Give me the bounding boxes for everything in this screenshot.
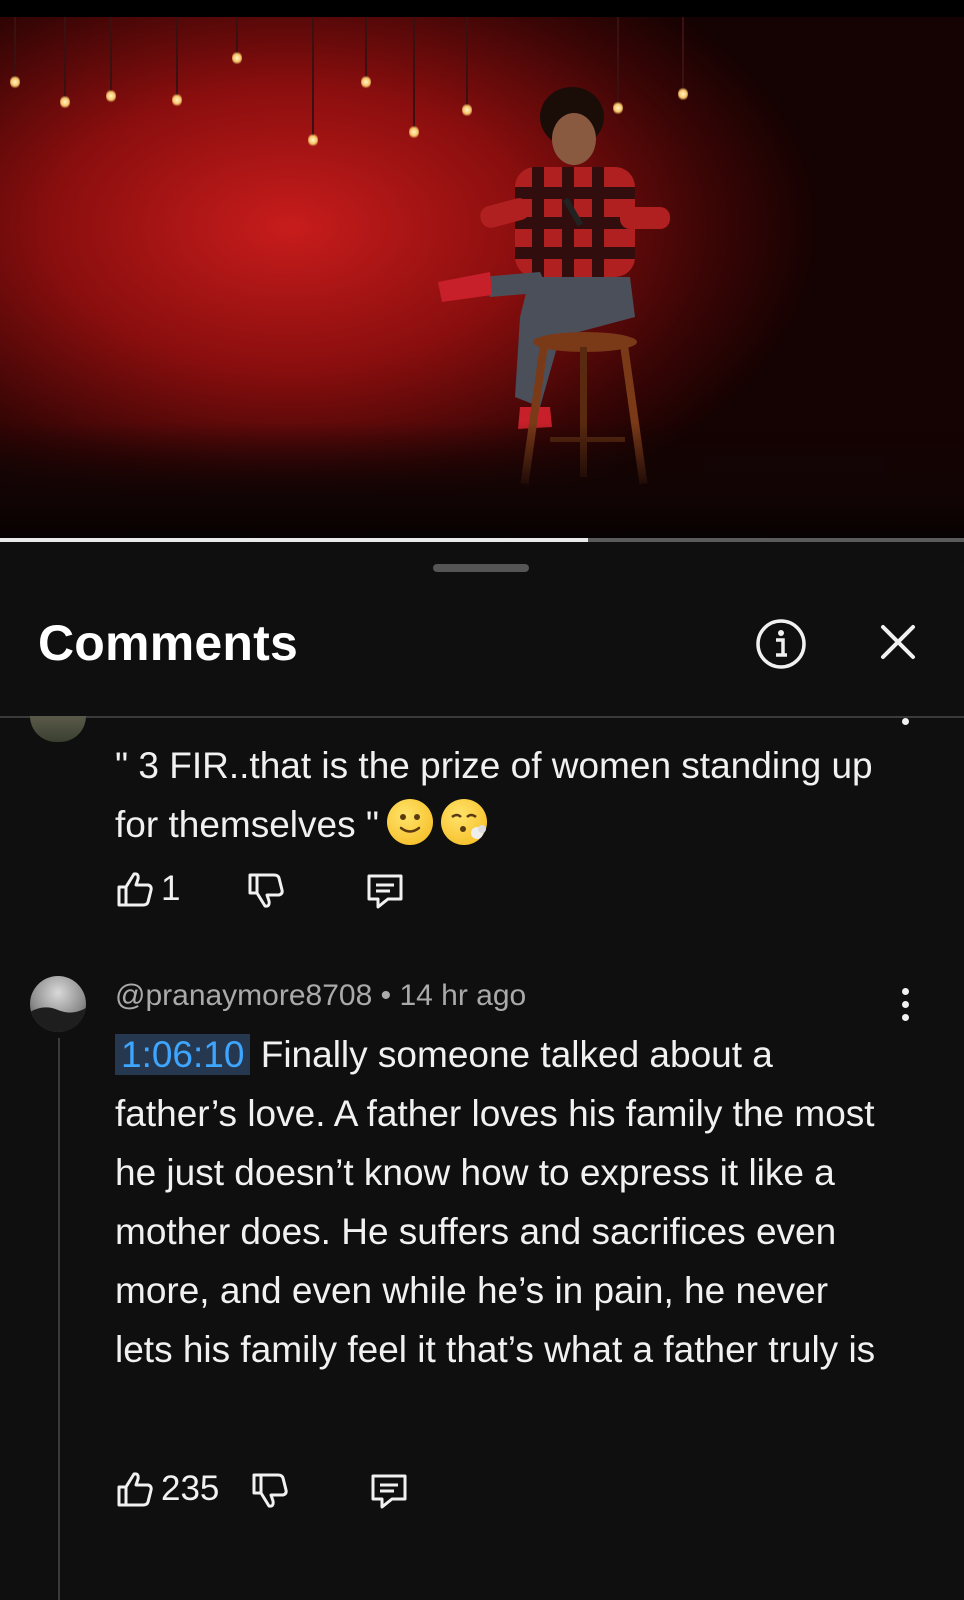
thumbs-down-icon	[248, 873, 284, 908]
slightly-smiling-face-icon	[387, 799, 434, 845]
video-progress-fill	[0, 538, 589, 542]
thumbs-down-icon	[252, 1473, 288, 1508]
avatar[interactable]	[30, 976, 86, 1032]
bulb-light	[106, 17, 116, 103]
reply-button[interactable]	[364, 871, 406, 911]
bulb-light	[361, 17, 371, 89]
like-button[interactable]: 235	[115, 1469, 219, 1509]
bulb-light	[409, 17, 419, 139]
more-options-icon[interactable]	[900, 988, 910, 1021]
like-count: 1	[161, 869, 181, 908]
like-count: 235	[161, 1469, 220, 1508]
video-progress-bar[interactable]	[0, 538, 964, 542]
status-bar	[0, 0, 964, 17]
bulb-light	[308, 17, 318, 147]
comment-author[interactable]: @pranaymore8708	[115, 979, 372, 1012]
thumbs-up-icon	[117, 872, 153, 907]
reply-thread-line	[58, 1038, 60, 1600]
reply-icon	[371, 1474, 407, 1509]
info-icon[interactable]	[755, 618, 807, 670]
video-player[interactable]	[0, 17, 964, 542]
reply-button[interactable]	[368, 1471, 410, 1511]
reply-icon	[367, 874, 403, 909]
bulb-light	[232, 17, 242, 65]
comments-title: Comments	[38, 615, 298, 671]
face-exhaling-icon	[441, 799, 488, 845]
close-icon[interactable]	[876, 620, 920, 664]
comment-time: 14 hr ago	[399, 979, 527, 1012]
drag-handle[interactable]	[433, 564, 529, 572]
comment-meta: @pranaymore8708 • 14 hr ago	[115, 979, 526, 1013]
meta-separator: •	[380, 979, 400, 1012]
dislike-button[interactable]	[250, 1471, 290, 1511]
bulb-light	[60, 17, 70, 109]
bulb-light	[10, 17, 20, 89]
thumbs-up-icon	[117, 1472, 153, 1507]
more-options-icon[interactable]	[900, 718, 910, 725]
like-button[interactable]: 1	[115, 869, 180, 909]
dislike-button[interactable]	[246, 871, 286, 911]
comment-body: " 3 FIR..that is the prize of women stan…	[115, 745, 873, 845]
header-divider	[0, 716, 964, 718]
avatar[interactable]	[30, 716, 86, 742]
bulb-light	[172, 17, 182, 107]
stage-floor	[0, 422, 964, 542]
comment-text: " 3 FIR..that is the prize of women stan…	[115, 736, 875, 854]
comment-text: 1:06:10 Finally someone talked about a f…	[115, 1025, 885, 1379]
comment-body: Finally someone talked about a father’s …	[115, 1034, 876, 1370]
comments-sheet: Comments " 3 FIR..that is the prize of w…	[0, 546, 964, 1600]
timestamp-link[interactable]: 1:06:10	[115, 1034, 251, 1075]
